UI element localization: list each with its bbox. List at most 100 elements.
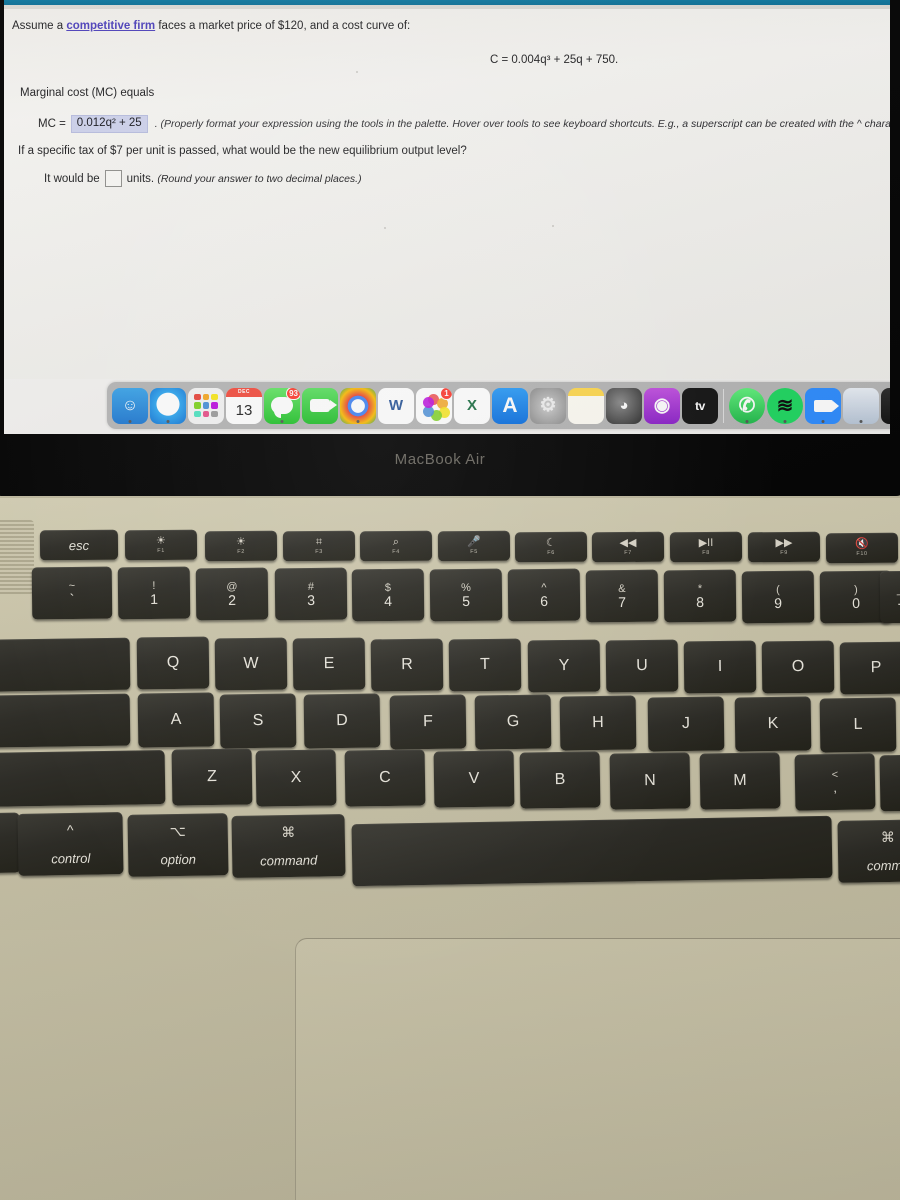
key-f[interactable]: F (389, 694, 467, 750)
dock-icon-spotify[interactable]: ≋ (767, 387, 803, 424)
key-3[interactable]: #3 (274, 567, 348, 621)
answer-units-label: units. (126, 172, 155, 185)
key-command[interactable]: ⌘ command (231, 813, 346, 878)
key-command-right[interactable]: ⌘ comma (837, 819, 900, 883)
key-e[interactable]: E (292, 637, 366, 691)
key-d[interactable]: D (303, 693, 381, 749)
dock-icon-excel[interactable]: X (454, 387, 490, 424)
key-6[interactable]: ^ 6 (507, 569, 581, 622)
dock-icon-photos[interactable]: 1 (416, 387, 452, 424)
trackpad[interactable] (295, 938, 900, 1200)
screen-dust-speck (384, 227, 386, 229)
key-label: 2 (228, 591, 237, 608)
key-5[interactable]: % 5 (429, 568, 503, 622)
homework-document: Assume a competitive firm faces a market… (4, 9, 890, 379)
key-label: Z (206, 767, 218, 786)
key-f3[interactable]: ⌗ F3 (282, 530, 356, 562)
key-8[interactable]: * 8 (663, 569, 737, 623)
key-esc[interactable]: esc (39, 529, 119, 561)
key-y[interactable]: Y (527, 639, 601, 692)
dock-icon-system-preferences[interactable]: ⚙ (530, 387, 566, 424)
key-f6[interactable]: ☾ F6 (514, 531, 588, 562)
mc-answer-input[interactable]: 0.012q² + 25 (70, 115, 148, 133)
key-f8[interactable]: ▶II F8 (669, 531, 743, 563)
dock-icon-facetime[interactable] (302, 387, 338, 424)
key-h[interactable]: H (559, 695, 637, 751)
dock-icon-mail-1[interactable]: 1 (881, 387, 890, 424)
dock-icon-whatsapp[interactable]: ✆ (729, 387, 765, 424)
key-p[interactable]: P (839, 641, 900, 694)
key-shift-left[interactable] (0, 750, 166, 808)
key-label: ` (69, 590, 75, 607)
key-q[interactable]: Q (136, 636, 210, 690)
dock-running-indicator (280, 419, 284, 423)
key-label: D (336, 712, 348, 730)
key-a[interactable]: A (137, 692, 215, 748)
macos-dock[interactable]: ☺DEC1393W1XA⚙◕◉tv✆≋11 (107, 382, 890, 429)
key-4[interactable]: $4 (351, 568, 425, 621)
dock-icon-podcasts[interactable]: ◉ (644, 387, 680, 424)
key-7[interactable]: & 7 (585, 569, 659, 623)
key-o[interactable]: O (761, 640, 835, 694)
key-l[interactable]: L (819, 697, 897, 753)
key-backtick[interactable]: ~ ` (31, 566, 113, 620)
key-g[interactable]: G (474, 694, 552, 750)
dock-icon-calendar[interactable]: DEC 13 (226, 387, 262, 424)
dock-icon-chrome[interactable] (340, 387, 376, 424)
key-c[interactable]: C (344, 749, 426, 808)
output-answer-input[interactable] (104, 170, 122, 187)
key-k[interactable]: K (734, 696, 812, 752)
key-label: O (791, 657, 805, 676)
key-control[interactable]: ^ control (17, 812, 124, 877)
key-u[interactable]: U (605, 639, 679, 693)
competitive-firm-link[interactable]: competitive firm (66, 20, 155, 32)
key-9[interactable]: (9 (741, 570, 815, 623)
dock-icon-messages[interactable]: 93 (264, 387, 300, 424)
key-j[interactable]: J (647, 696, 725, 752)
key-f4[interactable]: ⌕ F4 (359, 530, 433, 562)
dock-icon-finder[interactable]: ☺ (112, 387, 148, 424)
key-i[interactable]: I (683, 640, 757, 693)
dock-icon-app-store[interactable]: A (492, 387, 528, 424)
key-s[interactable]: S (219, 693, 297, 749)
key-1[interactable]: ! 1 (117, 567, 191, 620)
key-comma[interactable]: <, (794, 753, 876, 811)
key-x[interactable]: X (255, 749, 337, 807)
key-f10[interactable]: 🔇 F10 (825, 532, 899, 563)
key-label: V (468, 770, 480, 788)
key-t[interactable]: T (448, 638, 522, 692)
key-f1[interactable]: ☀ F1 (124, 529, 198, 561)
key-f9[interactable]: ▶▶ F9 (747, 531, 821, 563)
key-b[interactable]: B (519, 751, 601, 809)
dock-icon-preview[interactable] (843, 387, 879, 424)
dock-icon-safari[interactable] (150, 387, 186, 424)
key-w[interactable]: W (214, 637, 288, 690)
key-n[interactable]: N (609, 751, 691, 810)
key-option[interactable]: ⌥ option (127, 813, 229, 877)
dock-icon-zoom[interactable] (805, 387, 841, 424)
key-caps-lock[interactable]: caps lock (0, 693, 131, 749)
key-label: 7 (618, 593, 627, 610)
key-f2[interactable]: ☀ F2 (204, 530, 278, 561)
dock-icon-word[interactable]: W (378, 387, 414, 424)
key-glyph: ☾ (545, 536, 556, 549)
key-f5[interactable]: 🎤 F5 (437, 530, 511, 562)
key-space[interactable] (351, 815, 833, 887)
key-r[interactable]: R (370, 638, 444, 691)
key-f7[interactable]: ◀◀ F7 (591, 531, 665, 563)
laptop-keyboard[interactable]: esc ☀ F1 ☀ F2 ⌗ F3 ⌕ F4 🎤 F5 ☾ F6 ◀◀ F7 ▶II F8 ▶▶ F9 🔇 F10 ~ `… (0, 505, 900, 925)
key-tab[interactable]: tab (0, 637, 131, 693)
key-shift-symbol: * (697, 582, 703, 595)
key-label: 0 (852, 594, 861, 611)
key-m[interactable]: M (699, 752, 781, 810)
key-v[interactable]: V (433, 750, 515, 808)
key-shift-symbol: ) (854, 583, 858, 596)
dock-icon-launchpad[interactable] (188, 387, 224, 424)
key-2[interactable]: @2 (195, 567, 269, 621)
dock-icon-apple-tv[interactable]: tv (682, 387, 718, 424)
key-shift-right[interactable] (879, 754, 900, 812)
dock-icon-dark-app[interactable]: ◕ (606, 387, 642, 424)
key-z[interactable]: Z (171, 748, 253, 806)
dock-icon-notes[interactable] (568, 387, 604, 424)
key-minus[interactable]: _ - (879, 571, 900, 624)
